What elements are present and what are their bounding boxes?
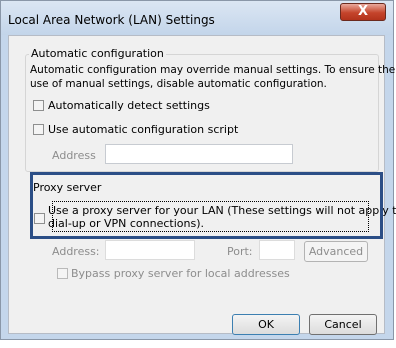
script-address-input[interactable]	[105, 144, 293, 164]
automatically-detect-settings-label[interactable]: Automatically detect settings	[48, 99, 210, 112]
lan-settings-window: Local Area Network (LAN) Settings X Auto…	[0, 0, 396, 340]
bypass-local-addresses-label[interactable]: Bypass proxy server for local addresses	[71, 267, 290, 280]
proxy-address-input[interactable]	[105, 240, 195, 260]
cancel-button[interactable]: Cancel	[309, 314, 377, 335]
automatic-configuration-legend: Automatic configuration	[29, 47, 166, 60]
proxy-port-input[interactable]	[259, 240, 295, 260]
proxy-port-label: Port:	[227, 245, 253, 258]
title-bar[interactable]: Local Area Network (LAN) Settings X	[1, 1, 393, 35]
close-button[interactable]: X	[340, 3, 386, 21]
ok-button[interactable]: OK	[232, 314, 300, 335]
window-title: Local Area Network (LAN) Settings	[8, 13, 215, 27]
bypass-local-addresses-checkbox[interactable]	[57, 268, 68, 279]
advanced-button[interactable]: Advanced	[304, 241, 368, 262]
use-automatic-configuration-script-label[interactable]: Use automatic configuration script	[48, 123, 238, 136]
automatic-configuration-description-line2: use of manual settings, disable automati…	[30, 78, 327, 90]
automatically-detect-settings-checkbox[interactable]	[33, 100, 44, 111]
bottom-margin	[0, 340, 396, 348]
proxy-address-label: Address:	[52, 245, 100, 258]
use-proxy-server-focus-rect	[52, 201, 369, 232]
close-icon: X	[357, 4, 369, 19]
script-address-label: Address	[52, 149, 96, 162]
automatic-configuration-description-line1: Automatic configuration may override man…	[30, 64, 396, 76]
use-automatic-configuration-script-checkbox[interactable]	[33, 124, 44, 135]
